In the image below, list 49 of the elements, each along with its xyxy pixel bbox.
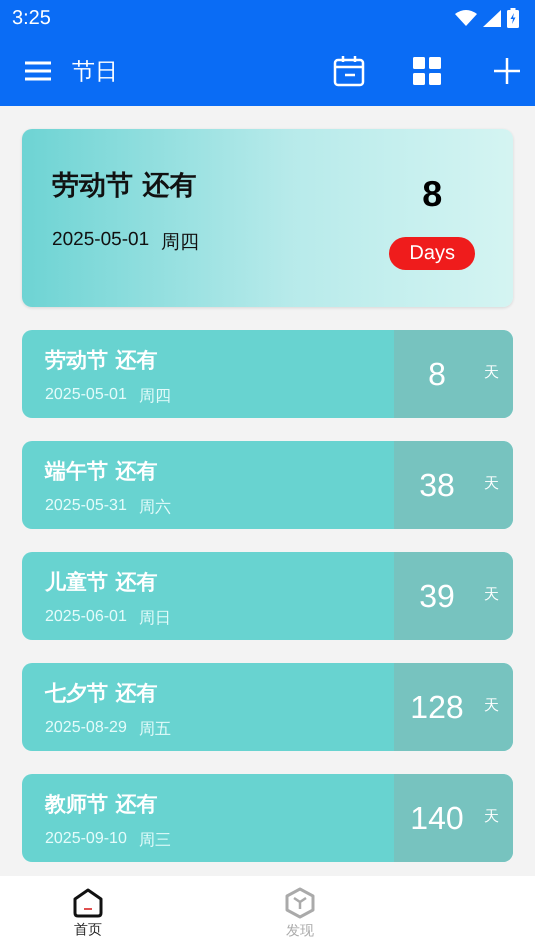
holiday-weekday: 周三 xyxy=(138,831,171,851)
holiday-date: 2025-05-01 xyxy=(45,386,127,405)
days-badge: Days xyxy=(389,237,475,270)
grid-icon[interactable] xyxy=(413,57,441,85)
days-count: 140 xyxy=(409,800,465,836)
holiday-weekday: 周日 xyxy=(138,609,171,629)
holiday-date: 2025-09-10 xyxy=(45,830,127,849)
featured-count: 8 xyxy=(422,173,442,215)
calendar-icon[interactable] xyxy=(333,55,365,87)
days-unit: 天 xyxy=(484,584,499,604)
featured-card[interactable]: 劳动节 还有 2025-05-01 周四 8 Days xyxy=(22,129,513,307)
add-icon[interactable] xyxy=(493,57,521,85)
holiday-weekday: 周五 xyxy=(138,720,171,740)
holiday-card[interactable]: 儿童节 还有 2025-06-01 周日 39 天 xyxy=(22,552,513,640)
holiday-title: 七夕节 还有 xyxy=(45,680,158,707)
days-unit: 天 xyxy=(484,696,499,714)
holiday-card[interactable]: 教师节 还有 2025-09-10 周三 140 天 xyxy=(22,774,513,862)
holiday-title: 端午节 还有 xyxy=(45,458,158,485)
holiday-card[interactable]: 端午节 还有 2025-05-31 周六 38 天 xyxy=(22,441,513,529)
holiday-title: 劳动节 还有 xyxy=(45,347,158,374)
holiday-date: 2025-08-29 xyxy=(45,719,127,738)
wifi-icon xyxy=(455,10,477,26)
days-count: 39 xyxy=(418,578,456,614)
holiday-date: 2025-05-31 xyxy=(45,497,127,516)
app-title: 节日 xyxy=(72,58,118,86)
nav-tab[interactable]: 发现 xyxy=(244,876,356,951)
home-icon xyxy=(72,888,104,918)
holiday-weekday: 周六 xyxy=(138,498,171,518)
holiday-weekday: 周四 xyxy=(138,387,171,407)
holiday-title: 儿童节 还有 xyxy=(45,569,158,596)
status-time: 3:25 xyxy=(12,6,51,30)
holiday-title: 教师节 还有 xyxy=(45,791,158,818)
menu-icon[interactable] xyxy=(24,61,52,81)
featured-date: 2025-05-01 xyxy=(52,229,150,252)
days-unit: 天 xyxy=(484,474,499,492)
days-unit: 天 xyxy=(484,806,499,826)
days-count: 38 xyxy=(418,466,456,504)
cube-icon xyxy=(284,887,316,919)
holiday-card[interactable]: 劳动节 还有 2025-05-01 周四 8 天 xyxy=(22,330,513,418)
featured-weekday: 周四 xyxy=(161,231,200,255)
battery-icon xyxy=(507,8,519,28)
holiday-card[interactable]: 七夕节 还有 2025-08-29 周五 128 天 xyxy=(22,663,513,751)
days-count: 8 xyxy=(427,356,447,392)
nav-tab[interactable]: 首页 xyxy=(32,876,144,951)
days-count: 128 xyxy=(409,688,465,726)
featured-title: 劳动节 还有 xyxy=(52,169,198,203)
days-unit: 天 xyxy=(484,362,499,382)
signal-icon xyxy=(483,10,501,26)
holiday-date: 2025-06-01 xyxy=(45,608,127,627)
